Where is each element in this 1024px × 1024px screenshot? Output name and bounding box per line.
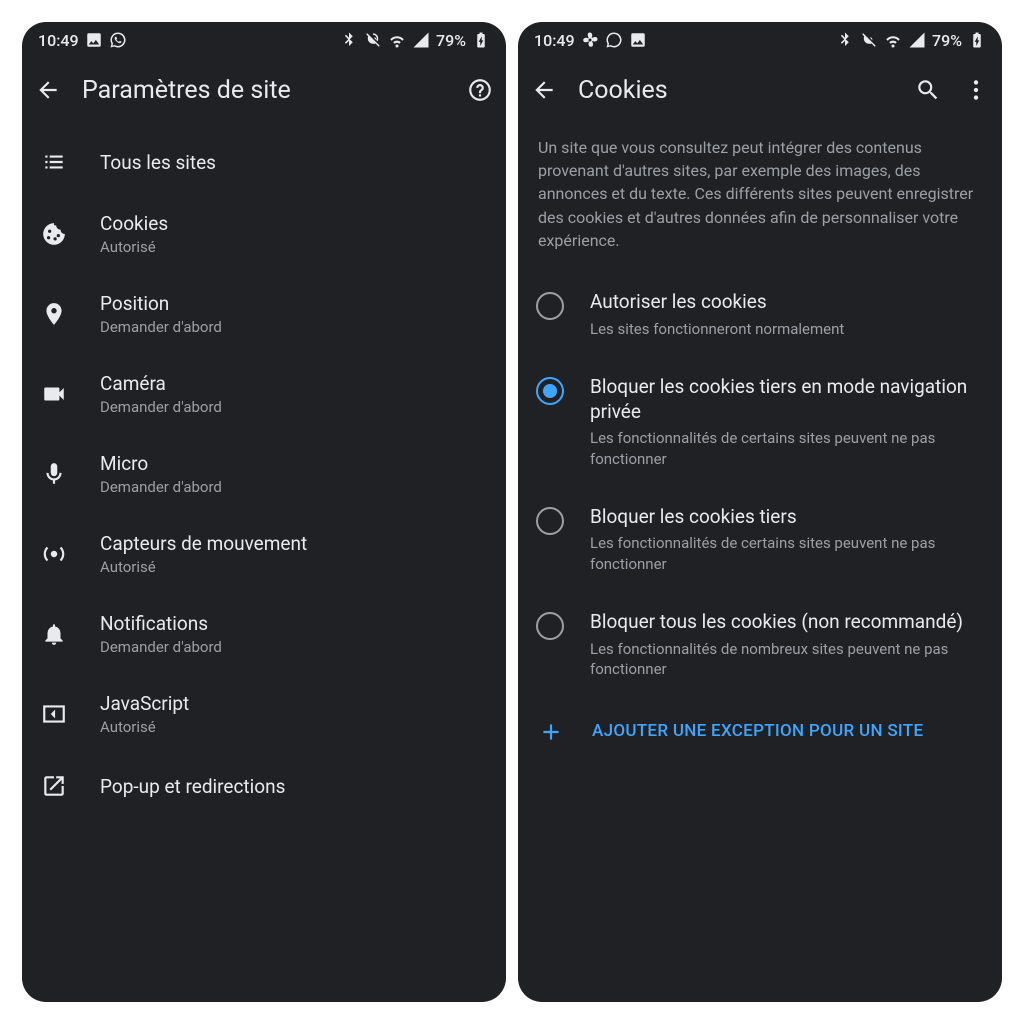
row-label: Position — [100, 292, 222, 315]
search-button[interactable] — [914, 76, 942, 104]
battery-icon — [472, 31, 490, 49]
option-label: Bloquer tous les cookies (non recommandé… — [590, 610, 980, 635]
image-icon — [85, 31, 103, 49]
option-label: Autoriser les cookies — [590, 290, 844, 315]
phone-site-settings: 10:49 79% Paramètres de site Tous les si… — [22, 22, 506, 1002]
back-button[interactable] — [530, 76, 558, 104]
status-battery: 79% — [436, 31, 466, 50]
status-bar: 10:49 79% — [22, 22, 506, 58]
add-site-exception[interactable]: AJOUTER UNE EXCEPTION POUR UN SITE — [518, 697, 1002, 763]
phone-cookies: 10:49 79% Cookies Un site que vous consu… — [518, 22, 1002, 1002]
bluetooth-icon — [836, 31, 854, 49]
settings-list: Tous les sites Cookies Autorisé Position D… — [22, 122, 506, 808]
option-block-3p[interactable]: Bloquer les cookies tiers Les fonctionnal… — [518, 487, 1002, 592]
radio-icon — [536, 507, 564, 535]
option-allow-cookies[interactable]: Autoriser les cookies Les sites fonctionn… — [518, 272, 1002, 357]
row-label: Caméra — [100, 372, 222, 395]
bell-icon — [40, 620, 68, 648]
status-bar: 10:49 79% — [518, 22, 1002, 58]
row-camera[interactable]: Caméra Demander d'abord — [22, 354, 506, 434]
option-label: Bloquer les cookies tiers en mode naviga… — [590, 375, 980, 424]
more-button[interactable] — [962, 76, 990, 104]
row-sub: Autorisé — [100, 238, 168, 256]
row-label: Pop-up et redirections — [100, 775, 285, 798]
camera-icon — [40, 380, 68, 408]
fan-icon — [581, 31, 599, 49]
option-sub: Les fonctionnalités de certains sites pe… — [590, 428, 980, 469]
app-bar: Paramètres de site — [22, 58, 506, 122]
bluetooth-icon — [340, 31, 358, 49]
battery-icon — [968, 31, 986, 49]
option-label: Bloquer les cookies tiers — [590, 505, 980, 530]
row-label: Notifications — [100, 612, 222, 635]
option-sub: Les sites fonctionneront normalement — [590, 319, 844, 339]
radio-icon — [536, 292, 564, 320]
row-all-sites[interactable]: Tous les sites — [22, 130, 506, 194]
row-position[interactable]: Position Demander d'abord — [22, 274, 506, 354]
row-sub: Demander d'abord — [100, 638, 222, 656]
option-sub: Les fonctionnalités de nombreux sites pe… — [590, 639, 980, 680]
row-sub: Demander d'abord — [100, 318, 222, 336]
wifi-icon — [388, 31, 406, 49]
help-button[interactable] — [466, 76, 494, 104]
row-micro[interactable]: Micro Demander d'abord — [22, 434, 506, 514]
image-icon — [629, 31, 647, 49]
row-label: Cookies — [100, 212, 168, 235]
mute-icon — [364, 31, 382, 49]
row-label: Tous les sites — [100, 151, 216, 174]
status-time: 10:49 — [38, 31, 79, 50]
signal-icon — [908, 31, 926, 49]
status-time: 10:49 — [534, 31, 575, 50]
radio-icon — [536, 612, 564, 640]
status-battery: 79% — [932, 31, 962, 50]
row-label: JavaScript — [100, 692, 189, 715]
add-exception-label: AJOUTER UNE EXCEPTION POUR UN SITE — [592, 720, 923, 744]
signal-icon — [412, 31, 430, 49]
sensor-icon — [40, 540, 68, 568]
option-sub: Les fonctionnalités de certains sites pe… — [590, 533, 980, 574]
whatsapp-icon — [109, 31, 127, 49]
javascript-icon — [40, 700, 68, 728]
mute-icon — [860, 31, 878, 49]
row-motion-sensors[interactable]: Capteurs de mouvement Autorisé — [22, 514, 506, 594]
wifi-icon — [884, 31, 902, 49]
location-icon — [40, 300, 68, 328]
row-sub: Autorisé — [100, 558, 307, 576]
plus-icon — [538, 719, 564, 745]
radio-icon — [536, 377, 564, 405]
list-icon — [40, 148, 68, 176]
row-popups[interactable]: Pop-up et redirections — [22, 754, 506, 800]
page-title: Paramètres de site — [82, 76, 446, 105]
option-block-3p-incognito[interactable]: Bloquer les cookies tiers en mode naviga… — [518, 357, 1002, 487]
row-sub: Demander d'abord — [100, 478, 222, 496]
option-block-all[interactable]: Bloquer tous les cookies (non recommandé… — [518, 592, 1002, 697]
row-label: Capteurs de mouvement — [100, 532, 307, 555]
popup-icon — [40, 772, 68, 800]
cookie-icon — [40, 220, 68, 248]
mic-icon — [40, 460, 68, 488]
row-sub: Autorisé — [100, 718, 189, 736]
row-label: Micro — [100, 452, 222, 475]
back-button[interactable] — [34, 76, 62, 104]
row-javascript[interactable]: JavaScript Autorisé — [22, 674, 506, 754]
page-title: Cookies — [578, 76, 894, 105]
whatsapp-icon — [605, 31, 623, 49]
row-notifications[interactable]: Notifications Demander d'abord — [22, 594, 506, 674]
cookies-description: Un site que vous consultez peut intégrer… — [518, 122, 1002, 272]
row-cookies[interactable]: Cookies Autorisé — [22, 194, 506, 274]
row-sub: Demander d'abord — [100, 398, 222, 416]
app-bar: Cookies — [518, 58, 1002, 122]
